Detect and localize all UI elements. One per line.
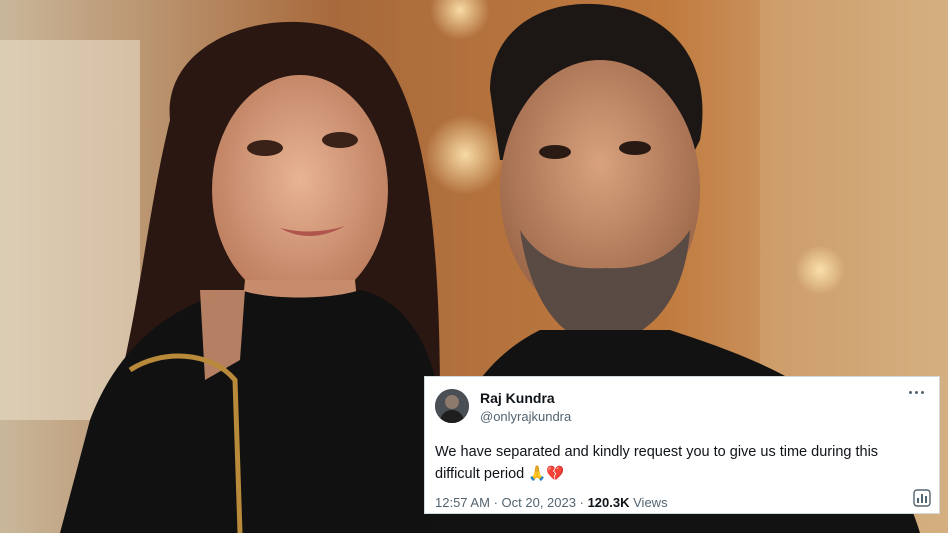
tweet-text: We have separated and kindly request you…: [435, 441, 925, 485]
author-handle[interactable]: @onlyrajkundra: [480, 409, 571, 424]
avatar[interactable]: [435, 389, 469, 423]
views-count: 120.3K: [587, 495, 630, 510]
tweet-meta: 12:57 AM · Oct 20, 2023 · 120.3K Views: [435, 495, 668, 510]
views-label: Views: [633, 495, 668, 510]
tweet-date[interactable]: Oct 20, 2023: [502, 495, 576, 510]
meta-separator-2: ·: [579, 495, 584, 510]
author-name[interactable]: Raj Kundra: [480, 390, 555, 406]
tweet-emojis: 🙏💔: [528, 466, 565, 482]
tweet-time[interactable]: 12:57 AM: [435, 495, 490, 510]
tweet-card: Raj Kundra @onlyrajkundra We have separa…: [424, 376, 940, 514]
analytics-icon[interactable]: [913, 489, 931, 507]
meta-separator: ·: [493, 495, 498, 510]
more-options-icon[interactable]: [909, 391, 927, 397]
tweet-body: We have separated and kindly request you…: [435, 444, 879, 482]
